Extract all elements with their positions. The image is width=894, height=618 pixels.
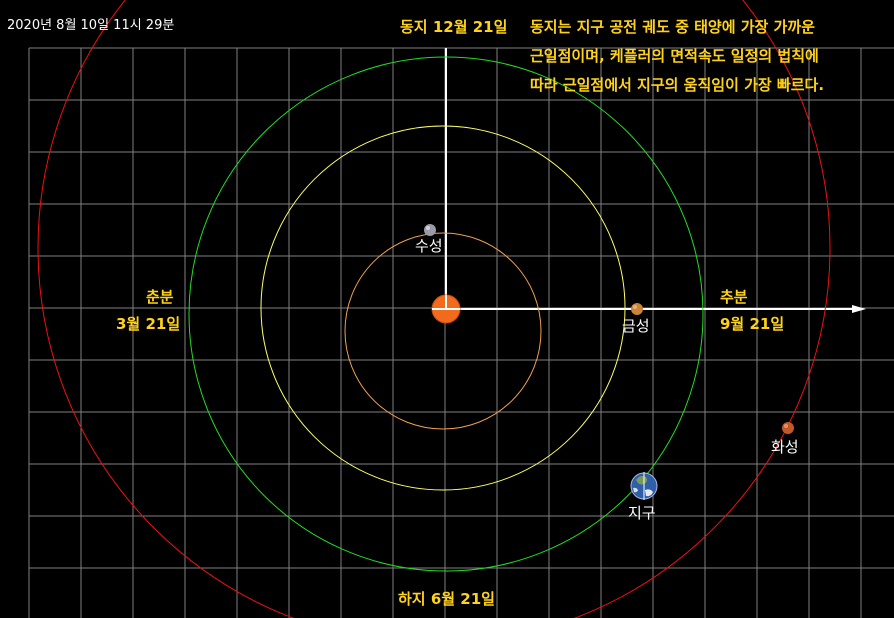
winter-solstice-label: 동지 12월 21일: [400, 18, 508, 36]
timestamp-display: 2020년 8월 10일 11시 29분: [7, 18, 175, 33]
mercury-label: 수성: [415, 237, 443, 255]
venus-label: 금성: [622, 317, 650, 335]
earth-label: 지구: [628, 504, 656, 522]
note-line-3: 따라 근일점에서 지구의 움직임이 가장 빠르다.: [530, 76, 825, 94]
autumn-equinox-title: 추분: [720, 288, 748, 306]
summer-solstice-label: 하지 6월 21일: [398, 590, 495, 608]
sun-icon[interactable]: [431, 294, 461, 324]
note-line-2: 근일점이며, 케플러의 면적속도 일정의 법칙에: [530, 47, 819, 65]
solar-system-view: 2020년 8월 10일 11시 29분 동지 12월 21일 동지는 지구 공…: [0, 0, 894, 618]
spring-equinox-date: 3월 21일: [116, 315, 181, 333]
mars-icon[interactable]: [782, 422, 794, 434]
axis-arrow-icon: [852, 305, 866, 313]
mars-label: 화성: [771, 438, 799, 456]
mercury-orbit: [344, 232, 542, 430]
venus-icon[interactable]: [631, 303, 643, 315]
spring-equinox-title: 춘분: [146, 288, 174, 306]
note-line-1: 동지는 지구 공전 궤도 중 태양에 가장 가까운: [530, 18, 815, 36]
autumn-equinox-date: 9월 21일: [720, 315, 785, 333]
earth-icon[interactable]: [630, 472, 658, 500]
